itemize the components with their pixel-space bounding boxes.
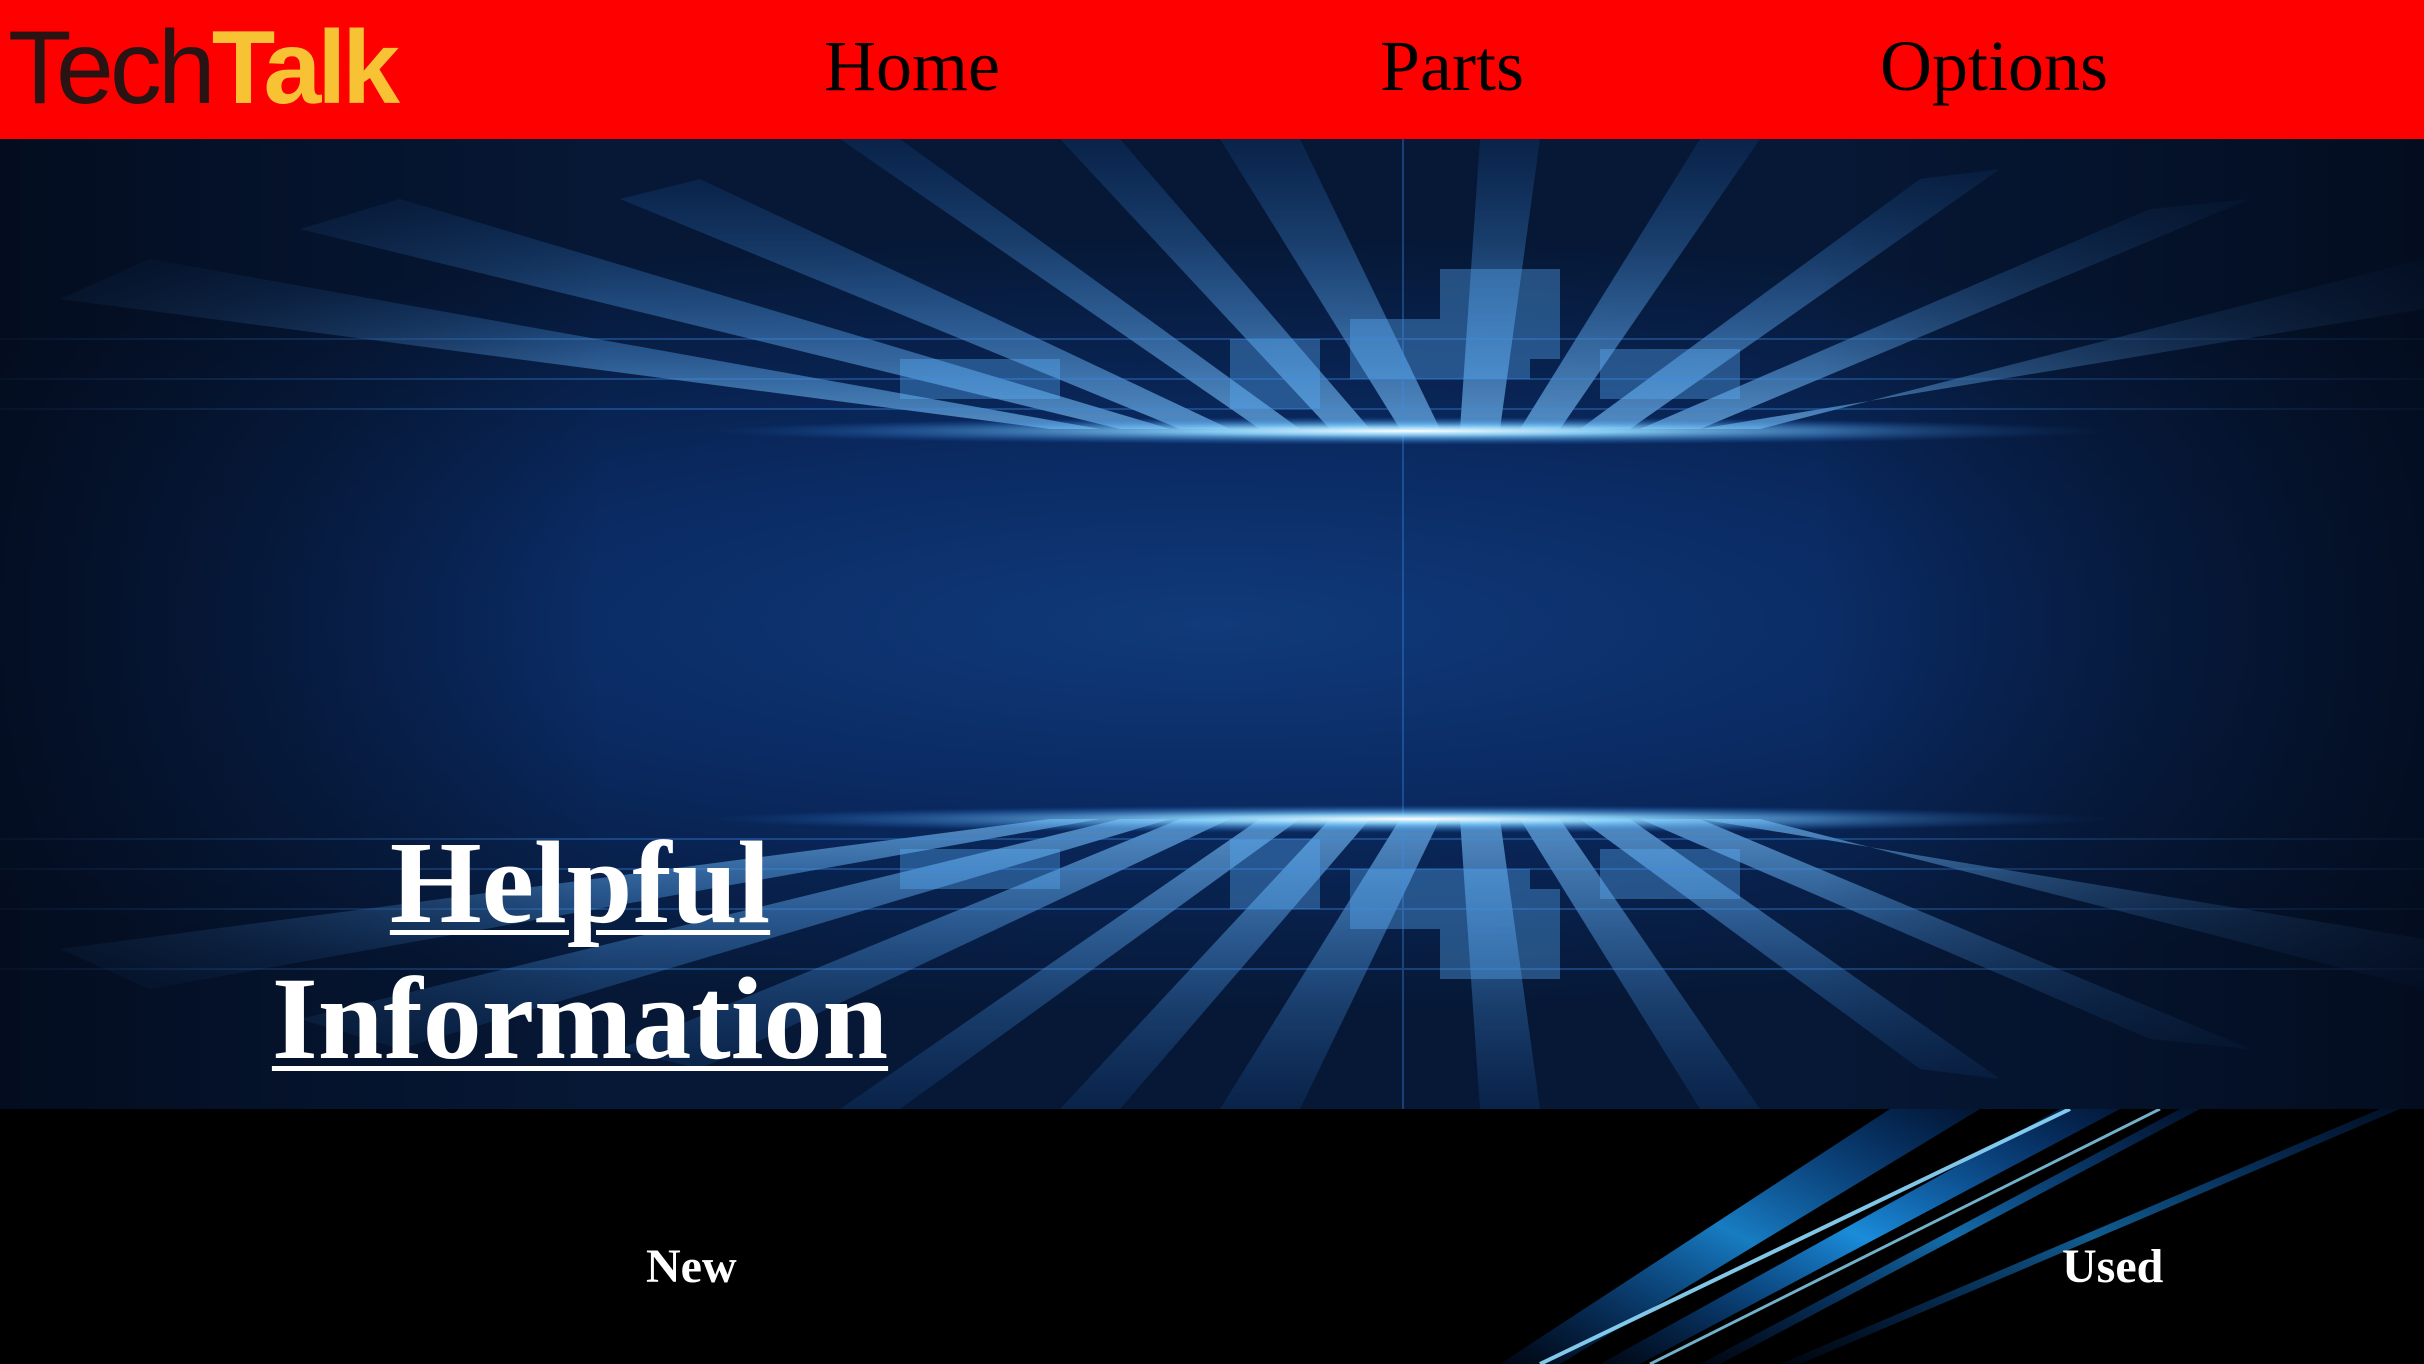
used-link[interactable]: Used <box>2062 1237 2163 1297</box>
new-link[interactable]: New <box>646 1237 737 1297</box>
hero-title[interactable]: Helpful Information <box>180 815 980 1087</box>
light-streaks-image <box>1500 1109 2400 1364</box>
nav-home-link[interactable]: Home <box>824 0 1000 139</box>
nav-options-link[interactable]: Options <box>1880 0 2108 139</box>
bottom-section: New Used <box>0 1109 2424 1364</box>
site-header: TechTalk Home Parts Options <box>0 0 2424 139</box>
hero-banner: Helpful Information <box>0 139 2424 1109</box>
logo-text-tech: Tech <box>8 10 216 126</box>
techtalk-logo[interactable]: TechTalk <box>8 8 400 128</box>
logo-text-talk: Talk <box>211 10 400 126</box>
nav-parts-link[interactable]: Parts <box>1380 0 1524 139</box>
